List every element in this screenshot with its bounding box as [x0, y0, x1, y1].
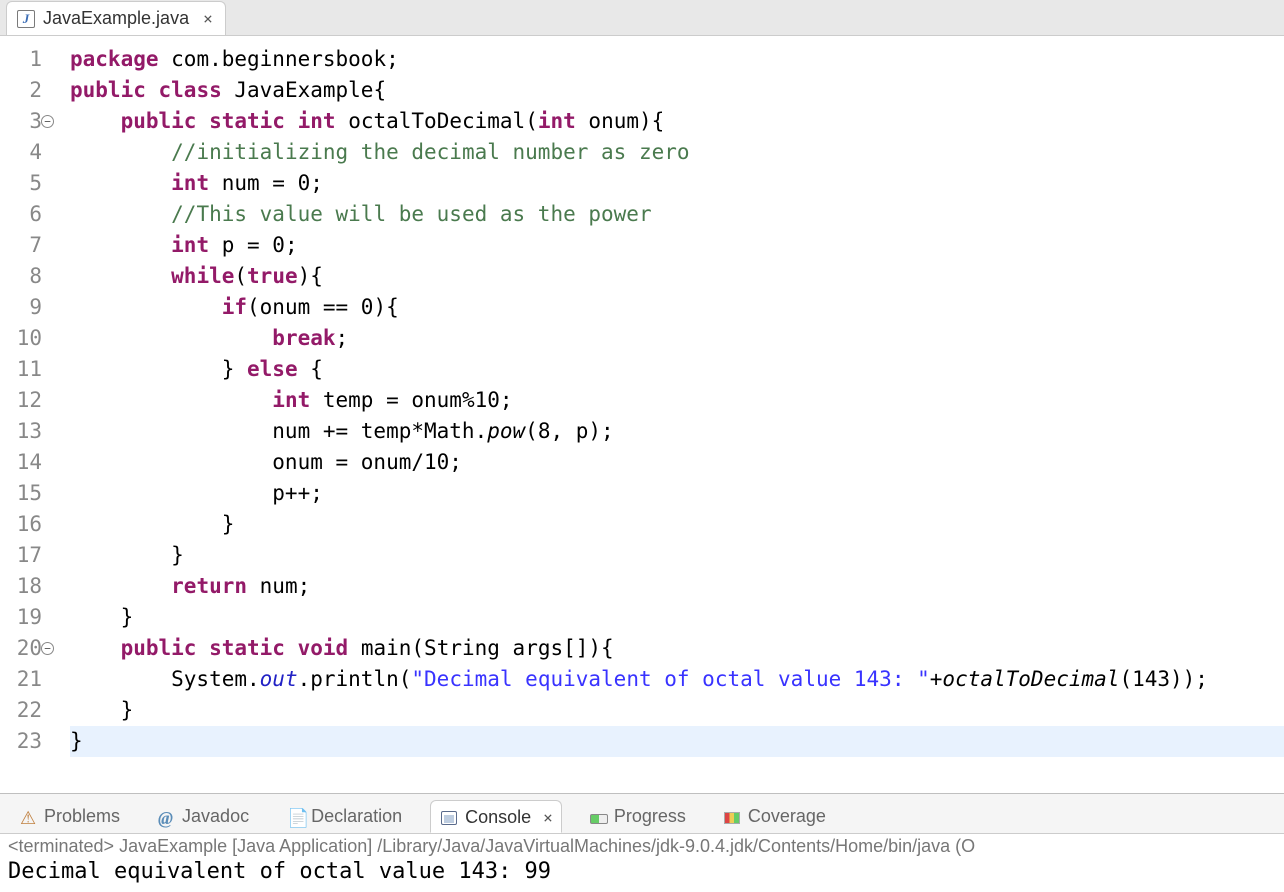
- code-line[interactable]: System.out.println("Decimal equivalent o…: [70, 664, 1284, 695]
- line-number: 19: [0, 602, 42, 633]
- fold-toggle-icon[interactable]: −: [41, 115, 54, 128]
- line-number-gutter: 123−4567891011121314151617181920−212223: [0, 36, 48, 793]
- bottom-tab-declaration[interactable]: 📄 Declaration: [277, 800, 412, 831]
- bottom-tab-label: Javadoc: [182, 806, 249, 827]
- line-number: 10: [0, 323, 42, 354]
- bottom-tab-label: Coverage: [748, 806, 826, 827]
- code-line[interactable]: }: [70, 602, 1284, 633]
- line-number: 20−: [0, 633, 42, 664]
- line-number: 5: [0, 168, 42, 199]
- code-line[interactable]: package com.beginnersbook;: [70, 44, 1284, 75]
- code-line[interactable]: int num = 0;: [70, 168, 1284, 199]
- bottom-tab-problems[interactable]: ⚠ Problems: [10, 800, 130, 831]
- console-view: <terminated> JavaExample [Java Applicati…: [0, 834, 1284, 892]
- code-line[interactable]: break;: [70, 323, 1284, 354]
- line-number: 22: [0, 695, 42, 726]
- code-line[interactable]: onum = onum/10;: [70, 447, 1284, 478]
- code-editor[interactable]: 123−4567891011121314151617181920−212223 …: [0, 36, 1284, 793]
- bottom-tab-coverage[interactable]: Coverage: [714, 800, 836, 831]
- code-line[interactable]: public class JavaExample{: [70, 75, 1284, 106]
- coverage-icon: [724, 808, 742, 826]
- line-number: 4: [0, 137, 42, 168]
- code-line[interactable]: p++;: [70, 478, 1284, 509]
- code-line[interactable]: //This value will be used as the power: [70, 199, 1284, 230]
- line-number: 23: [0, 726, 42, 757]
- editor-tab-bar: J JavaExample.java ⨯: [0, 0, 1284, 36]
- code-line[interactable]: if(onum == 0){: [70, 292, 1284, 323]
- close-icon[interactable]: ⨯: [543, 808, 551, 827]
- code-line[interactable]: }: [70, 726, 1284, 757]
- line-number: 1: [0, 44, 42, 75]
- code-line[interactable]: //initializing the decimal number as zer…: [70, 137, 1284, 168]
- line-number: 6: [0, 199, 42, 230]
- line-number: 2: [0, 75, 42, 106]
- line-number: 8: [0, 261, 42, 292]
- close-icon[interactable]: ⨯: [203, 9, 211, 28]
- bottom-tab-label: Problems: [44, 806, 120, 827]
- code-line[interactable]: }: [70, 695, 1284, 726]
- line-number: 13: [0, 416, 42, 447]
- code-line[interactable]: num += temp*Math.pow(8, p);: [70, 416, 1284, 447]
- code-line[interactable]: while(true){: [70, 261, 1284, 292]
- bottom-tab-progress[interactable]: Progress: [580, 800, 696, 831]
- bottom-tab-javadoc[interactable]: @ Javadoc: [148, 800, 259, 831]
- line-number: 7: [0, 230, 42, 261]
- java-file-icon: J: [17, 10, 35, 28]
- bottom-tab-label: Console: [465, 807, 531, 828]
- javadoc-icon: @: [158, 808, 176, 826]
- code-line[interactable]: public static void main(String args[]){: [70, 633, 1284, 664]
- line-number: 21: [0, 664, 42, 695]
- line-number: 15: [0, 478, 42, 509]
- line-number: 12: [0, 385, 42, 416]
- editor-tab[interactable]: J JavaExample.java ⨯: [6, 1, 226, 35]
- problems-icon: ⚠: [20, 808, 38, 826]
- line-number: 16: [0, 509, 42, 540]
- fold-toggle-icon[interactable]: −: [41, 642, 54, 655]
- code-area[interactable]: package com.beginnersbook;public class J…: [48, 36, 1284, 793]
- code-line[interactable]: int p = 0;: [70, 230, 1284, 261]
- code-line[interactable]: } else {: [70, 354, 1284, 385]
- bottom-tab-label: Progress: [614, 806, 686, 827]
- console-output: Decimal equivalent of octal value 143: 9…: [8, 859, 1276, 884]
- progress-icon: [590, 808, 608, 826]
- console-process-header: <terminated> JavaExample [Java Applicati…: [8, 836, 1276, 857]
- line-number: 18: [0, 571, 42, 602]
- line-number: 11: [0, 354, 42, 385]
- line-number: 17: [0, 540, 42, 571]
- line-number: 3−: [0, 106, 42, 137]
- line-number: 9: [0, 292, 42, 323]
- code-line[interactable]: int temp = onum%10;: [70, 385, 1284, 416]
- bottom-tab-console[interactable]: Console ⨯: [430, 800, 562, 833]
- bottom-tab-label: Declaration: [311, 806, 402, 827]
- bottom-panel: ⚠ Problems @ Javadoc 📄 Declaration Console ⨯ Pr…: [0, 793, 1284, 892]
- console-icon: [441, 809, 459, 827]
- declaration-icon: 📄: [287, 808, 305, 826]
- editor-tab-label: JavaExample.java: [43, 8, 189, 29]
- code-line[interactable]: }: [70, 540, 1284, 571]
- line-number: 14: [0, 447, 42, 478]
- code-line[interactable]: }: [70, 509, 1284, 540]
- code-line[interactable]: public static int octalToDecimal(int onu…: [70, 106, 1284, 137]
- code-line[interactable]: return num;: [70, 571, 1284, 602]
- bottom-tab-bar: ⚠ Problems @ Javadoc 📄 Declaration Console ⨯ Pr…: [0, 794, 1284, 834]
